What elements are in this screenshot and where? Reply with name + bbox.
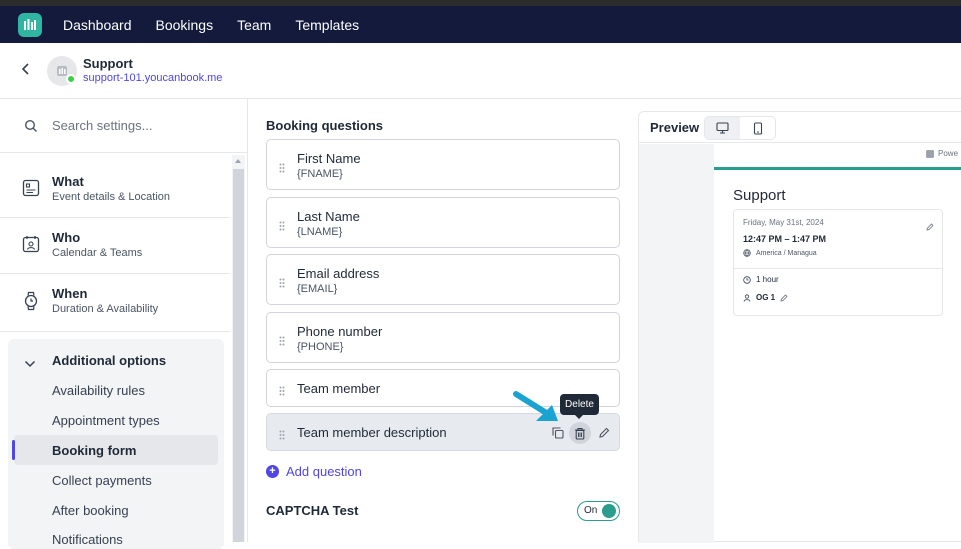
section-title: Booking questions <box>266 118 383 133</box>
nav-team[interactable]: Team <box>237 17 271 33</box>
mobile-icon[interactable] <box>740 117 775 139</box>
clock-icon <box>743 275 751 284</box>
sidebar-section-title: What <box>52 174 84 189</box>
question-card[interactable]: Email address {EMAIL} <box>266 254 620 305</box>
sidebar-item-collect-payments[interactable]: Collect payments <box>52 473 152 488</box>
sidebar-item-availability-rules[interactable]: Availability rules <box>52 383 145 398</box>
preview-label: Preview <box>650 120 700 135</box>
powered-by-text: Powe <box>938 149 959 158</box>
timezone-text: America / Managua <box>756 249 817 257</box>
sidebar-section-what[interactable]: What Event details & Location <box>0 161 230 217</box>
search-input[interactable]: Search settings... <box>52 118 152 133</box>
question-token: {EMAIL} <box>297 283 338 295</box>
page-header: Support support-101.youcanbook.me <box>0 43 961 99</box>
drag-handle-icon[interactable] <box>279 275 285 293</box>
settings-sidebar: Search settings... What Event details & … <box>0 99 248 549</box>
sidebar-section-subtitle: Calendar & Teams <box>52 247 143 259</box>
settings-search[interactable]: Search settings... <box>0 99 247 153</box>
app-logo-icon[interactable] <box>18 12 42 37</box>
edit-pencil-icon[interactable] <box>926 218 934 236</box>
drag-handle-icon[interactable] <box>279 160 285 178</box>
preview-date: Friday, May 31st, 2024 <box>743 218 824 227</box>
top-nav: Dashboard Bookings Team Templates <box>0 6 961 43</box>
captcha-toggle[interactable]: On <box>577 501 620 521</box>
globe-icon <box>743 249 751 257</box>
preview-booking-card: Friday, May 31st, 2024 12:47 PM – 1:47 P… <box>733 209 943 316</box>
preview-panel: Preview Powe Support Friday, May 31st, 2… <box>638 111 961 543</box>
scroll-up-icon[interactable] <box>235 159 241 163</box>
calendar-teams-icon <box>22 235 40 258</box>
sidebar-scrollbar-thumb[interactable] <box>233 169 244 542</box>
online-status-dot <box>66 74 76 84</box>
divider <box>0 331 230 332</box>
nav-bookings[interactable]: Bookings <box>156 17 214 33</box>
delete-icon[interactable] <box>569 422 591 444</box>
question-label: Phone number <box>297 324 383 339</box>
sidebar-section-when[interactable]: When Duration & Availability <box>0 273 230 329</box>
preview-duration: 1 hour <box>743 275 779 284</box>
sidebar-item-notifications[interactable]: Notifications <box>52 532 123 547</box>
question-card[interactable]: Last Name {LNAME} <box>266 197 620 248</box>
tooltip-pointer <box>574 414 584 419</box>
question-label: First Name <box>297 151 361 166</box>
add-question-label: Add question <box>286 464 362 479</box>
page-title: Support <box>83 56 133 71</box>
back-arrow-icon[interactable] <box>20 62 32 81</box>
active-item-indicator <box>12 440 15 460</box>
person-icon <box>743 293 751 302</box>
preview-canvas-margin <box>639 144 714 543</box>
drag-handle-icon[interactable] <box>279 333 285 351</box>
duration-text: 1 hour <box>756 275 779 284</box>
annotation-arrow-icon <box>510 388 566 433</box>
divider <box>734 268 942 269</box>
question-token: {LNAME} <box>297 226 343 238</box>
question-label: Email address <box>297 266 380 281</box>
preview-header: Preview <box>639 112 961 143</box>
additional-options-toggle[interactable]: Additional options <box>52 353 166 368</box>
chevron-down-icon[interactable] <box>24 355 36 373</box>
booking-page-link[interactable]: support-101.youcanbook.me <box>83 72 222 84</box>
sidebar-item-after-booking[interactable]: After booking <box>52 503 129 518</box>
preview-title: Support <box>733 187 786 204</box>
device-toggle-group <box>704 116 776 140</box>
desktop-icon[interactable] <box>705 117 740 139</box>
nav-dashboard[interactable]: Dashboard <box>63 17 132 33</box>
plus-circle-icon: + <box>266 465 279 478</box>
sidebar-section-subtitle: Duration & Availability <box>52 303 159 315</box>
ycbm-logo-icon <box>926 149 934 158</box>
question-label: Team member description <box>297 425 447 440</box>
team-member-text: OG 1 <box>756 293 776 302</box>
drag-handle-icon[interactable] <box>279 427 285 445</box>
drag-handle-icon[interactable] <box>279 218 285 236</box>
sidebar-item-appointment-types[interactable]: Appointment types <box>52 413 160 428</box>
question-token: {FNAME} <box>297 168 343 180</box>
powered-by-badge: Powe <box>926 149 958 158</box>
sidebar-section-title: Who <box>52 230 81 245</box>
question-token: {PHONE} <box>297 341 344 353</box>
preview-timezone: America / Managua <box>743 249 817 257</box>
captcha-label: CAPTCHA Test <box>266 503 359 518</box>
preview-time: 12:47 PM – 1:47 PM <box>743 234 827 244</box>
watch-icon <box>23 291 39 316</box>
event-details-icon <box>22 179 40 202</box>
question-label: Last Name <box>297 209 360 224</box>
question-card-hovered[interactable]: Team member description <box>266 413 620 451</box>
nav-templates[interactable]: Templates <box>295 17 359 33</box>
drag-handle-icon[interactable] <box>279 383 285 401</box>
preview-team-member: OG 1 <box>743 293 788 302</box>
preview-accent-bar <box>714 167 961 170</box>
search-icon <box>24 119 38 138</box>
toggle-state-label: On <box>584 505 598 516</box>
edit-pencil-icon[interactable] <box>593 422 615 444</box>
question-card[interactable]: Phone number {PHONE} <box>266 312 620 363</box>
question-card[interactable]: First Name {FNAME} <box>266 139 620 190</box>
sidebar-section-subtitle: Event details & Location <box>52 191 171 203</box>
sidebar-item-booking-form[interactable]: Booking form <box>52 443 137 458</box>
add-question-button[interactable]: + Add question <box>266 464 362 479</box>
edit-pencil-icon[interactable] <box>780 293 788 302</box>
sidebar-section-who[interactable]: Who Calendar & Teams <box>0 217 230 273</box>
toggle-knob <box>602 504 616 518</box>
question-label: Team member <box>297 381 381 396</box>
sidebar-section-title: When <box>52 286 88 301</box>
